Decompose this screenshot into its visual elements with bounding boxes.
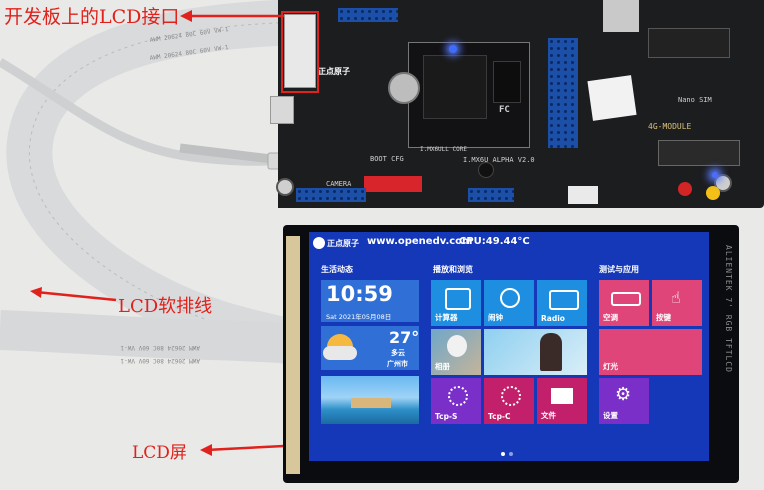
keys-tile[interactable]: ☝ 按键: [652, 280, 702, 326]
usb-port: [270, 96, 294, 124]
core-module: FC: [408, 42, 530, 148]
photo-label: 相册: [435, 362, 450, 371]
ac-label: 空调: [603, 313, 618, 322]
settings-label: 设置: [603, 411, 618, 420]
section-apps: 测试与应用: [599, 265, 639, 274]
calculator-tile[interactable]: 计算器: [431, 280, 481, 326]
cpu-chip: [423, 55, 487, 119]
svg-text:AWM 20624 80C 60V VW-1: AWM 20624 80C 60V VW-1: [120, 344, 200, 351]
svg-text:AWM 20624 80C 60V VW-1: AWM 20624 80C 60V VW-1: [120, 357, 200, 364]
alarm-icon: [500, 288, 520, 308]
status-led: [712, 172, 718, 178]
file-label: 文件: [541, 411, 556, 420]
ac-tile[interactable]: 空调: [599, 280, 649, 326]
clock-time: 10:59: [326, 282, 393, 306]
header-url: www.openedv.com: [367, 236, 473, 247]
lcd-fpc-tail: [286, 236, 300, 474]
arrow-icon: [30, 287, 117, 302]
clock-date: Sat 2021年05月08日: [326, 313, 392, 321]
board-brand: 正点原子: [318, 67, 350, 76]
alarm-tile[interactable]: 闹钟: [484, 280, 534, 326]
board-model: I.MX6U ALPHA V2.0: [463, 156, 535, 164]
dog-image: [447, 335, 467, 357]
audio-jack: [568, 186, 598, 204]
header-cpu-temp: CPU:49.44°C: [459, 236, 530, 247]
alarm-label: 闹钟: [488, 313, 503, 322]
file-tile[interactable]: 文件: [537, 378, 587, 424]
lcd-side-silk: ALIENTEK 7' RGB TFTLCD: [724, 245, 733, 373]
boot-cfg-label: BOOT CFG: [370, 155, 404, 163]
pin-header: [548, 38, 578, 148]
camera-header: [296, 188, 366, 202]
sim-holder: [658, 140, 740, 166]
reset-button[interactable]: [678, 182, 692, 196]
keys-label: 按键: [656, 313, 671, 322]
calculator-label: 计算器: [435, 313, 458, 322]
person-image: [540, 333, 562, 371]
fc-mark: FC: [499, 105, 510, 115]
calculator-icon: [445, 288, 471, 310]
camera-label: CAMERA: [326, 180, 352, 188]
weather-temp: 27°: [389, 328, 420, 347]
led-tile[interactable]: 灯光: [599, 329, 702, 375]
tcpc-tile[interactable]: Tcp-C: [484, 378, 534, 424]
annotation-board-lcd-port: 开发板上的LCD接口: [4, 6, 180, 28]
photo-tile[interactable]: 相册: [431, 329, 481, 375]
weather-city: 广州市: [387, 360, 408, 368]
boot-dip-switch[interactable]: [364, 176, 422, 192]
nano-sim-label: Nano SIM: [678, 96, 712, 104]
page-indicator-dot[interactable]: [509, 452, 513, 456]
page-indicator-dot[interactable]: [501, 452, 505, 456]
radio-icon: [549, 290, 579, 310]
annotation-ribbon-cable: LCD软排线: [118, 296, 213, 317]
cloud-icon: [323, 346, 357, 360]
settings-tile[interactable]: ⚙ 设置: [599, 378, 649, 424]
pin-header: [338, 8, 398, 22]
connector: [603, 0, 639, 32]
pin-header: [468, 188, 514, 202]
user-button[interactable]: [706, 186, 720, 200]
radio-label: Radio: [541, 314, 565, 323]
hand-pointer-icon: ☝: [671, 288, 681, 307]
clock-tile[interactable]: 10:59 Sat 2021年05月08日: [321, 280, 419, 322]
buzzer: [478, 162, 494, 178]
tcpc-label: Tcp-C: [488, 412, 511, 421]
radio-tile[interactable]: Radio: [537, 280, 587, 326]
landscape-photo-tile[interactable]: [321, 376, 419, 424]
folder-icon: [551, 388, 573, 404]
air-conditioner-icon: [611, 292, 641, 306]
annotation-lcd-screen: LCD屏: [132, 443, 187, 463]
mount-hole: [276, 178, 294, 196]
tcps-tile[interactable]: Tcp-S: [431, 378, 481, 424]
video-tile[interactable]: [484, 329, 587, 375]
gear-icon: ⚙: [615, 384, 632, 405]
core-label: I.MX6ULL CORE: [420, 146, 467, 153]
dev-board: FC 正点原子 I.MX6U ALPHA V2.0 I.MX6ULL CORE …: [270, 0, 764, 208]
tcps-label: Tcp-S: [435, 412, 458, 421]
arrow-icon: [180, 10, 284, 22]
network-icon: [448, 386, 468, 406]
module-label: 4G-MODULE: [648, 122, 692, 131]
m2-slot: [648, 28, 730, 58]
header-logo-text: 正点原子: [327, 239, 359, 248]
power-led: [449, 45, 457, 53]
weather-condition: 多云: [391, 349, 405, 357]
section-media: 播放和浏览: [433, 265, 473, 274]
led-label: 灯光: [603, 362, 618, 371]
arrow-icon: [200, 444, 285, 456]
section-status: 生活动态: [321, 265, 353, 274]
coin-battery: [388, 72, 420, 104]
memory-chip: [493, 61, 521, 103]
brand-logo-icon: [313, 237, 325, 249]
network-icon: [501, 386, 521, 406]
pier-image: [351, 398, 391, 408]
lcd-screen: 正点原子 www.openedv.com CPU:49.44°C 生活动态 播放…: [309, 232, 709, 461]
weather-tile[interactable]: 27° 多云 广州市: [321, 326, 419, 370]
sticker: [587, 75, 637, 121]
